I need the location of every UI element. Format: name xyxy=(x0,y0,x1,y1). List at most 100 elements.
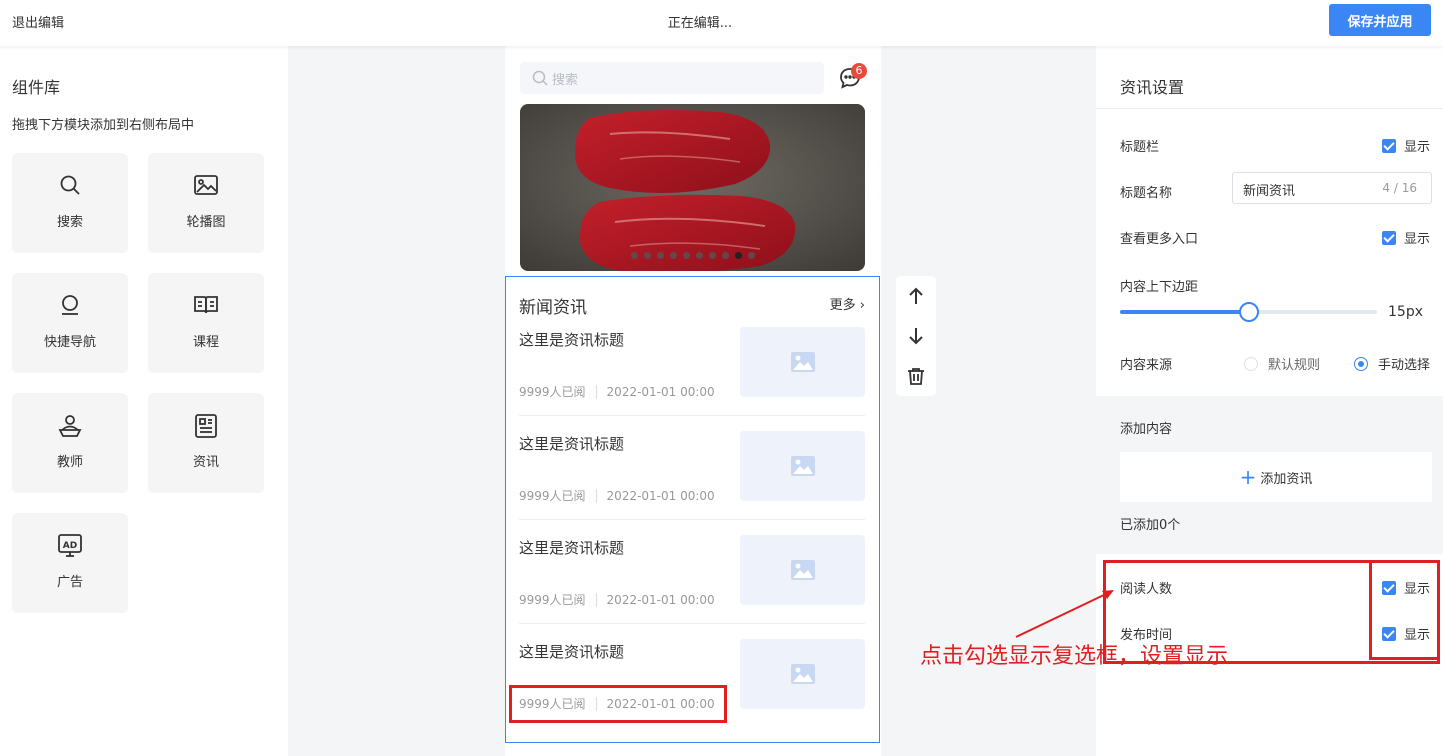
top-bar: 退出编辑 正在编辑... 保存并应用 xyxy=(0,0,1443,46)
news-item[interactable]: 这里是资讯标题 9999人已阅 2022-01-01 00:00 xyxy=(519,327,865,431)
news-item-thumbnail xyxy=(740,431,865,501)
tile-search[interactable]: 搜索 xyxy=(12,153,128,253)
news-item-time: 2022-01-01 00:00 xyxy=(606,592,715,607)
carousel-banner[interactable] xyxy=(520,104,865,271)
publish-time-checkbox[interactable]: 显示 xyxy=(1382,624,1430,643)
library-title: 组件库 xyxy=(12,78,61,97)
carousel-dot[interactable] xyxy=(682,252,690,259)
checkbox-label: 显示 xyxy=(1404,140,1431,155)
move-up-icon[interactable] xyxy=(906,286,926,306)
title-name-count: 4 / 16 xyxy=(1382,181,1417,195)
news-item[interactable]: 这里是资讯标题 9999人已阅 2022-01-01 00:00 xyxy=(519,535,865,639)
padding-label: 内容上下边距 xyxy=(1120,280,1199,295)
more-entry-checkbox[interactable]: 显示 xyxy=(1382,228,1430,247)
carousel-dot[interactable] xyxy=(695,252,703,259)
move-down-icon[interactable] xyxy=(906,326,926,346)
add-content-section: 添加内容 + 添加资讯 已添加0个 xyxy=(1096,396,1443,554)
readers-label: 阅读人数 xyxy=(1120,582,1173,597)
settings-title: 资讯设置 xyxy=(1120,78,1185,97)
carousel-dot[interactable] xyxy=(643,252,651,259)
tile-label: 课程 xyxy=(192,335,219,350)
carousel-dot[interactable] xyxy=(721,252,729,259)
more-link[interactable]: 更多 › xyxy=(830,294,865,313)
trash-icon[interactable] xyxy=(906,366,926,386)
preview-search-bar[interactable]: 搜索 xyxy=(520,62,824,94)
image-placeholder-icon xyxy=(790,352,815,372)
news-item-readers: 9999人已阅 xyxy=(519,385,586,399)
book-icon xyxy=(194,296,218,314)
carousel-dot[interactable] xyxy=(630,252,638,259)
checkbox-box xyxy=(1382,580,1396,595)
news-item-title: 这里是资讯标题 xyxy=(519,331,625,349)
source-label: 内容来源 xyxy=(1120,358,1173,373)
title-name-value: 新闻资讯 xyxy=(1243,184,1296,199)
tile-news[interactable]: 资讯 xyxy=(148,393,264,493)
radio-circle xyxy=(1244,356,1258,371)
title-bar-checkbox[interactable]: 显示 xyxy=(1382,136,1430,155)
carousel-dot[interactable] xyxy=(656,252,664,259)
teacher-icon xyxy=(58,415,82,437)
checkbox-box xyxy=(1382,230,1396,245)
more-label: 更多 xyxy=(829,298,856,313)
slider-handle[interactable] xyxy=(1238,302,1259,322)
svg-text:AD: AD xyxy=(63,541,77,551)
add-content-label: 添加内容 xyxy=(1120,422,1173,437)
image-placeholder-icon xyxy=(790,664,815,684)
news-item[interactable]: 这里是资讯标题 9999人已阅 2022-01-01 00:00 xyxy=(519,431,865,535)
radio-circle xyxy=(1354,356,1368,371)
news-item-meta: 9999人已阅 2022-01-01 00:00 xyxy=(519,591,715,608)
tile-teacher[interactable]: 教师 xyxy=(12,393,128,493)
radio-label: 默认规则 xyxy=(1268,358,1321,373)
tile-label: 广告 xyxy=(56,575,83,590)
search-icon xyxy=(532,70,548,86)
news-module[interactable]: 新闻资讯 更多 › 这里是资讯标题 9999人已阅 2022-01-01 00:0… xyxy=(505,276,880,743)
search-placeholder: 搜索 xyxy=(552,73,579,88)
chevron-right-icon: › xyxy=(859,298,865,313)
tile-label: 搜索 xyxy=(56,215,83,230)
carousel-dot[interactable] xyxy=(734,252,742,259)
added-count: 已添加0个 xyxy=(1120,518,1181,533)
padding-slider[interactable] xyxy=(1120,302,1377,322)
tile-carousel[interactable]: 轮播图 xyxy=(148,153,264,253)
news-title: 新闻资讯 xyxy=(519,298,587,318)
tile-label: 教师 xyxy=(56,455,83,470)
annotation-text: 点击勾选显示复选框，设置显示 xyxy=(920,644,1229,669)
tile-ad[interactable]: AD 广告 xyxy=(12,513,128,613)
news-item-thumbnail xyxy=(740,639,865,709)
ad-icon: AD xyxy=(58,534,82,557)
news-item-readers: 9999人已阅 xyxy=(519,593,586,607)
readers-checkbox[interactable]: 显示 xyxy=(1382,578,1430,597)
news-item-time: 2022-01-01 00:00 xyxy=(606,488,715,503)
news-item-time: 2022-01-01 00:00 xyxy=(606,696,715,711)
editing-status: 正在编辑... xyxy=(667,16,733,31)
checkbox-box xyxy=(1382,626,1396,641)
carousel-dot[interactable] xyxy=(669,252,677,259)
tile-course[interactable]: 课程 xyxy=(148,273,264,373)
annotation-arrow xyxy=(1015,590,1114,638)
carousel-dot[interactable] xyxy=(708,252,716,259)
checkbox-box xyxy=(1382,138,1396,153)
padding-value: 15px xyxy=(1388,304,1423,320)
checkbox-label: 显示 xyxy=(1404,582,1431,597)
news-item-title: 这里是资讯标题 xyxy=(519,435,625,453)
tile-quick-nav[interactable]: 快捷导航 xyxy=(12,273,128,373)
component-library: 组件库 拖拽下方模块添加到右侧布局中 搜索 轮播图 快捷导航 课程 教师 资讯 … xyxy=(0,46,288,756)
news-item-title: 这里是资讯标题 xyxy=(519,539,625,557)
message-button[interactable]: 6 xyxy=(838,63,867,92)
newspaper-icon xyxy=(195,414,217,438)
save-and-apply-button[interactable]: 保存并应用 xyxy=(1329,4,1431,36)
news-item[interactable]: 这里是资讯标题 9999人已阅 2022-01-01 00:00 xyxy=(519,639,865,743)
image-placeholder-icon xyxy=(790,456,815,476)
module-toolbar xyxy=(896,276,936,396)
carousel-dots xyxy=(520,252,865,259)
add-news-button[interactable]: + 添加资讯 xyxy=(1120,452,1432,502)
tile-label: 资讯 xyxy=(192,455,219,470)
title-bar-label: 标题栏 xyxy=(1120,140,1160,155)
source-default-radio[interactable]: 默认规则 xyxy=(1244,354,1320,373)
title-name-input[interactable]: 新闻资讯 4 / 16 xyxy=(1232,172,1432,204)
slider-fill xyxy=(1120,310,1249,314)
source-manual-radio[interactable]: 手动选择 xyxy=(1354,354,1430,373)
carousel-dot[interactable] xyxy=(747,252,755,259)
tile-label: 轮播图 xyxy=(186,215,226,230)
nav-icon xyxy=(62,295,78,315)
